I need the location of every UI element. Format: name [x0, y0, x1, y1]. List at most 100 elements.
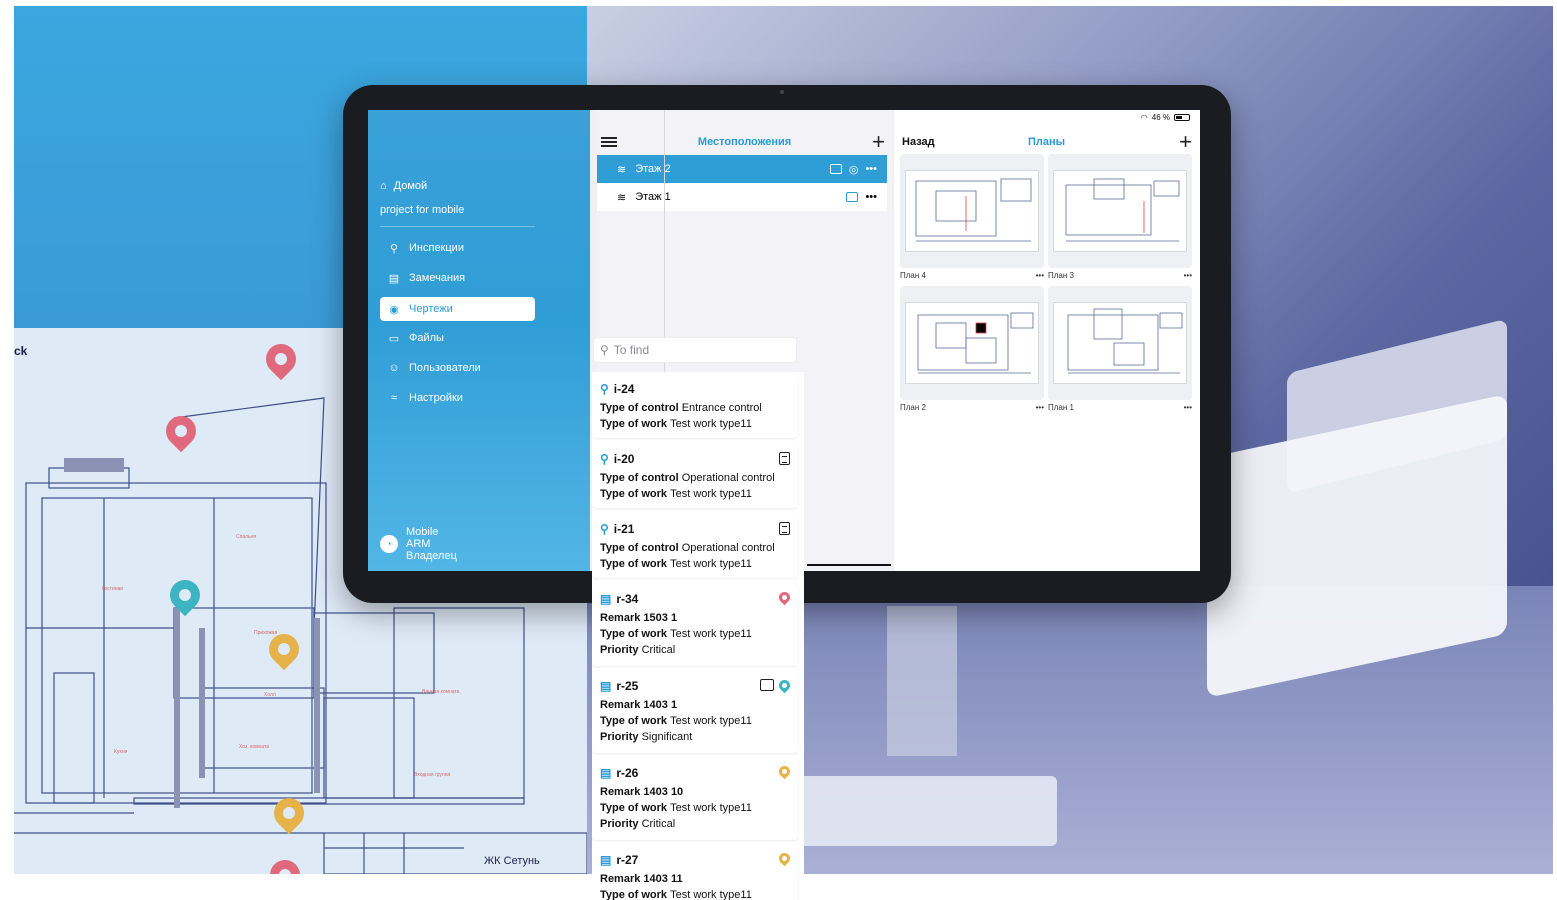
sidebar-item-label: Файлы [409, 332, 444, 344]
pin-icon: ◉ [389, 303, 399, 316]
user-profile[interactable]: ◔ Mobile ARM Владелец [380, 526, 457, 562]
field-label: Priority [600, 644, 639, 656]
sidebar-item-label: Чертежи [409, 303, 453, 315]
plan-icon[interactable] [846, 192, 859, 202]
item-field: Type of control Entrance control [600, 402, 790, 414]
field-label: Priority [600, 818, 639, 830]
item-id-text: r-34 [616, 592, 639, 606]
svg-text:Гостиная: Гостиная [102, 586, 123, 592]
more-options-icon[interactable]: ••• [1184, 403, 1192, 412]
field-value: Test work type11 [670, 628, 752, 640]
status-bar: ◠ 46 % [1141, 113, 1190, 122]
floor-label: Этаж 2 [635, 163, 671, 175]
plans-title: Планы [1028, 136, 1066, 148]
field-label: Type of work [600, 889, 668, 900]
item-title: Remark 1403 11 [600, 873, 683, 885]
document-icon [779, 452, 790, 465]
sidebar-item-settings[interactable]: ≈ Настройки [380, 386, 535, 410]
field-value: Test work type11 [670, 889, 752, 900]
hamburger-menu-icon[interactable] [601, 137, 617, 147]
plan-card[interactable] [900, 286, 1044, 400]
svg-text:Спальня: Спальня [236, 534, 256, 540]
sidebar-item-users[interactable]: ☺ Пользователи [380, 356, 535, 380]
field-value: Critical [641, 644, 676, 656]
items-list: ⚲ i-24 Type of control Entrance control … [592, 372, 804, 900]
plan-card[interactable] [1048, 286, 1192, 400]
field-value: Operational control [681, 472, 775, 484]
search-placeholder: To find [613, 343, 650, 357]
remark-clipboard-icon: ▤ [600, 766, 612, 780]
location-pin-icon[interactable]: ◎ [849, 163, 859, 176]
sidebar-item-drawings[interactable]: ◉ Чертежи [380, 297, 535, 321]
field-label: Type of work [600, 488, 668, 500]
user-role: Владелец [406, 550, 457, 562]
more-options-icon[interactable]: ••• [865, 163, 877, 175]
sidebar-item-inspections[interactable]: ⚲ Инспекции [380, 236, 535, 260]
add-location-button[interactable]: + [872, 131, 885, 153]
svg-text:Ванная комната: Ванная комната [422, 689, 460, 695]
remark-clipboard-icon: ▤ [600, 679, 612, 693]
item-badges [776, 850, 793, 867]
list-item[interactable]: ⚲ i-20 Type of control Operational contr… [592, 444, 798, 508]
back-button[interactable]: Назад [902, 136, 935, 148]
sidebar: ⌂ Домой project for mobile ⚲ Инспекции ▤… [368, 110, 590, 571]
settings-icon: ≈ [390, 392, 398, 404]
remark-clipboard-icon: ▤ [600, 853, 612, 867]
plan-thumbnail [1053, 302, 1187, 384]
more-options-icon[interactable]: ••• [1036, 403, 1044, 412]
item-id: ▤ r-26 [600, 764, 790, 782]
plan-label: План 1 [1048, 403, 1074, 412]
user-name-line-1: Mobile [406, 526, 439, 538]
field-label: Type of control [600, 472, 679, 484]
document-icon [779, 522, 790, 535]
item-field: Priority Significant [600, 731, 790, 743]
list-item[interactable]: ▤ r-34 Remark 1503 1 Type of work Test w… [592, 584, 798, 666]
item-id-text: r-27 [616, 853, 639, 867]
locations-title: Местоположения [697, 136, 792, 148]
search-input[interactable]: ⚲ To find [593, 337, 797, 363]
sidebar-item-remarks[interactable]: ▤ Замечания [380, 266, 535, 290]
field-value: Significant [641, 731, 693, 743]
item-id-text: r-25 [616, 679, 639, 693]
search-icon: ⚲ [600, 343, 609, 357]
plan-label: План 2 [900, 403, 926, 412]
plan-caption: План 2 ••• [900, 403, 1044, 412]
list-item[interactable]: ▤ r-27 Remark 1403 11 Type of work Test … [592, 845, 798, 900]
more-options-icon[interactable]: ••• [1036, 271, 1044, 280]
plan-icon[interactable] [829, 164, 842, 174]
item-id: ▤ r-34 [600, 590, 790, 608]
item-id-text: i-20 [613, 452, 635, 466]
item-id: ⚲ i-20 [600, 450, 790, 468]
more-options-icon[interactable]: ••• [865, 191, 877, 203]
plan-label: План 3 [1048, 271, 1074, 280]
search-icon: ⚲ [389, 242, 399, 255]
list-item[interactable]: ▤ r-25 Remark 1403 1 Type of work Test w… [592, 671, 798, 753]
list-item[interactable]: ⚲ i-21 Type of control Operational contr… [592, 514, 798, 578]
item-badges [779, 452, 790, 465]
sidebar-item-files[interactable]: ▭ Файлы [380, 326, 535, 350]
item-title: Remark 1503 1 [600, 612, 678, 624]
plan-card[interactable] [900, 154, 1044, 268]
list-item[interactable]: ▤ r-26 Remark 1403 10 Type of work Test … [592, 758, 798, 840]
home-link[interactable]: ⌂ Домой [380, 180, 427, 192]
item-field: Type of control Operational control [600, 542, 790, 554]
item-id: ▤ r-27 [600, 851, 790, 869]
plan-card[interactable] [1048, 154, 1192, 268]
plan-caption: План 4 ••• [900, 271, 1044, 280]
plan-label: План 4 [900, 271, 926, 280]
keyboard-shape [797, 776, 1057, 846]
teal-pin-icon [776, 677, 793, 693]
floor-row-1[interactable]: ≋ Этаж 1 ••• [597, 183, 887, 211]
inspection-search-icon: ⚲ [600, 452, 609, 466]
add-plan-button[interactable]: + [1179, 131, 1192, 153]
item-field: Type of work Test work type11 [600, 418, 790, 430]
more-options-icon[interactable]: ••• [1184, 271, 1192, 280]
battery-icon [1174, 114, 1190, 121]
folder-icon: ▭ [388, 332, 400, 345]
floor-row-2[interactable]: ≋ Этаж 2 ◎ ••• [597, 155, 887, 183]
list-item[interactable]: ⚲ i-24 Type of control Entrance control … [592, 374, 798, 438]
item-id-text: i-21 [613, 522, 635, 536]
field-label: Type of control [600, 402, 679, 414]
item-field: Type of work Test work type11 [600, 558, 790, 570]
field-label: Type of control [600, 542, 679, 554]
